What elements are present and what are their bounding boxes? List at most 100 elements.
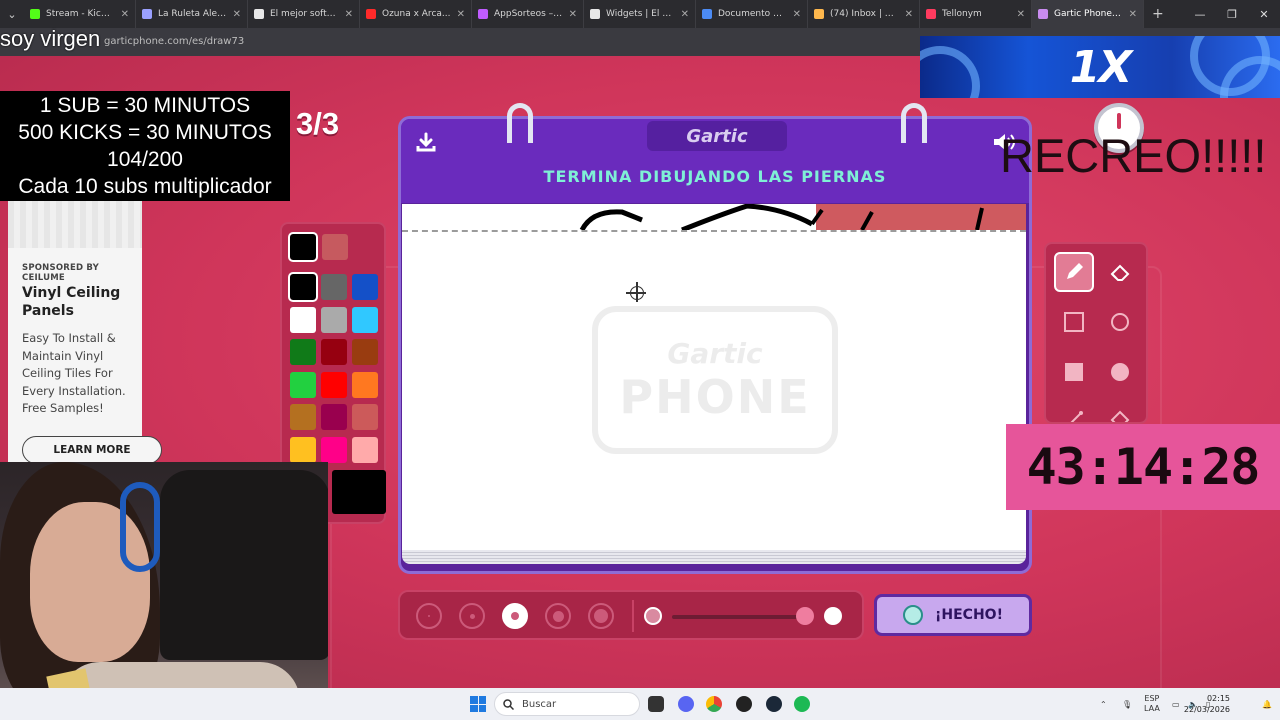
browser-tab[interactable]: Gartic Phone - Te... ✕ xyxy=(1032,0,1144,28)
browser-tab[interactable]: Documento sin tít... ✕ xyxy=(696,0,808,28)
close-window-icon[interactable]: ✕ xyxy=(1248,0,1280,28)
tab-close-icon[interactable]: ✕ xyxy=(345,9,353,20)
color-swatch[interactable] xyxy=(352,404,378,430)
tab-favicon-icon xyxy=(478,9,488,19)
color-swatch[interactable] xyxy=(352,274,378,300)
sub-rule-line: 1 SUB = 30 MINUTOS xyxy=(39,94,251,117)
url-field[interactable]: garticphone.com/es/draw73 xyxy=(104,36,244,47)
rectangle-outline-icon[interactable] xyxy=(1054,302,1094,342)
browser-tab[interactable]: El mejor software... ✕ xyxy=(248,0,360,28)
color-swatch[interactable] xyxy=(321,339,347,365)
color-swatch[interactable] xyxy=(352,436,378,463)
browser-tab[interactable]: AppSorteos – La F... ✕ xyxy=(472,0,584,28)
search-icon xyxy=(503,698,514,710)
tool-panel xyxy=(1044,242,1148,424)
tab-close-icon[interactable]: ✕ xyxy=(905,9,913,20)
color-swatch[interactable] xyxy=(321,371,347,398)
countdown-overlay: 43:14:28 xyxy=(1006,424,1280,510)
ad-body: Easy To Install & Maintain Vinyl Ceiling… xyxy=(22,331,126,415)
tab-label: (74) Inbox | Donor... xyxy=(830,9,899,19)
board-header: Gartic TERMINA DIBUJANDO LAS PIERNAS xyxy=(401,119,1029,203)
system-clock[interactable]: 02:15 22/03/2026 xyxy=(1184,693,1230,715)
minimize-icon[interactable]: — xyxy=(1184,0,1216,28)
notification-bell-icon[interactable]: 🔔 xyxy=(1262,688,1272,720)
sponsor-banner: 1X xyxy=(920,36,1280,98)
taskbar-search[interactable]: Buscar xyxy=(494,692,640,716)
tray-chevron-icon[interactable]: ⌃ xyxy=(1100,688,1107,720)
color-swatch[interactable] xyxy=(321,274,347,300)
brush-size-3-button[interactable] xyxy=(502,603,528,629)
brush-size-4-button[interactable] xyxy=(545,603,571,629)
color-swatch[interactable] xyxy=(290,436,316,463)
windows-start-icon[interactable] xyxy=(470,696,486,712)
tab-close-icon[interactable]: ✕ xyxy=(793,9,801,20)
opacity-low-icon[interactable] xyxy=(644,607,662,625)
tab-close-icon[interactable]: ✕ xyxy=(1017,9,1025,20)
recent-color-swatch[interactable] xyxy=(322,234,348,260)
browser-tab[interactable]: Stream - Kick Da... ✕ xyxy=(24,0,136,28)
new-tab-button[interactable]: + xyxy=(1152,6,1164,22)
browser-tab[interactable]: Ozuna x Arca... ✕ xyxy=(360,0,472,28)
color-swatch[interactable] xyxy=(290,306,316,333)
tab-close-icon[interactable]: ✕ xyxy=(121,9,129,20)
discord-icon[interactable] xyxy=(678,696,694,712)
restore-icon[interactable]: ❐ xyxy=(1216,0,1248,28)
network-icon[interactable]: ▭ xyxy=(1172,688,1180,720)
circle-outline-icon[interactable] xyxy=(1100,302,1140,342)
pencil-icon[interactable] xyxy=(1054,252,1094,292)
gartic-phone-watermark: Gartic PHONE xyxy=(592,306,838,454)
language-indicator[interactable]: ESP LAA xyxy=(1144,688,1160,720)
tab-close-icon[interactable]: ✕ xyxy=(569,9,577,20)
current-color-preview xyxy=(332,470,386,514)
tab-close-icon[interactable]: ✕ xyxy=(457,9,465,20)
rectangle-fill-icon[interactable] xyxy=(1054,352,1094,392)
opacity-high-icon[interactable] xyxy=(824,607,842,625)
round-counter: 3/3 xyxy=(296,106,340,141)
browser-tab[interactable]: (74) Inbox | Donor... ✕ xyxy=(808,0,920,28)
circle-fill-icon[interactable] xyxy=(1100,352,1140,392)
recreo-text: RECREO!!!!! xyxy=(1000,129,1267,182)
ad-title[interactable]: Vinyl Ceiling Panels xyxy=(22,284,140,320)
windows-taskbar: Buscar ⌃ 🎙 ESP LAA ▭ 🔈 ▯ 02:15 22/03/202… xyxy=(0,688,1280,720)
download-icon[interactable] xyxy=(411,127,441,157)
color-swatch[interactable] xyxy=(321,306,347,333)
drawing-canvas[interactable]: Gartic PHONE xyxy=(402,204,1026,552)
ad-panel[interactable]: SPONSORED BY CEILUME Vinyl Ceiling Panel… xyxy=(8,200,162,470)
opacity-slider[interactable] xyxy=(672,615,802,619)
eraser-icon[interactable] xyxy=(1100,252,1140,292)
tab-close-icon[interactable]: ✕ xyxy=(233,9,241,20)
recent-color-swatch[interactable] xyxy=(288,232,318,262)
binder-ring-right xyxy=(901,103,927,143)
opacity-slider-knob[interactable] xyxy=(796,607,814,625)
learn-more-button[interactable]: LEARN MORE xyxy=(22,436,162,464)
tab-close-icon[interactable]: ✕ xyxy=(681,9,689,20)
color-swatch[interactable] xyxy=(288,272,318,302)
browser-tab[interactable]: Tellonym ✕ xyxy=(920,0,1032,28)
line-icon[interactable] xyxy=(1054,400,1094,422)
color-swatch[interactable] xyxy=(321,404,347,430)
done-button[interactable]: ¡HECHO! xyxy=(874,594,1032,636)
color-swatch[interactable] xyxy=(290,339,316,365)
color-swatch[interactable] xyxy=(290,371,316,398)
browser-tab[interactable]: Widgets | El mejo... ✕ xyxy=(584,0,696,28)
spotify-icon[interactable] xyxy=(794,696,810,712)
watermark-gartic: Gartic xyxy=(667,336,763,370)
color-swatch[interactable] xyxy=(352,371,378,398)
tab-close-icon[interactable]: ✕ xyxy=(1129,9,1137,20)
color-swatch[interactable] xyxy=(352,339,378,365)
binder-ring-left xyxy=(507,103,533,143)
brush-size-1-button[interactable] xyxy=(416,603,442,629)
color-swatch[interactable] xyxy=(321,436,347,463)
microphone-icon[interactable]: 🎙 xyxy=(1122,688,1132,720)
task-view-icon[interactable] xyxy=(648,696,664,712)
steam-icon[interactable] xyxy=(766,696,782,712)
brush-size-5-button[interactable] xyxy=(588,603,614,629)
fill-bucket-icon[interactable] xyxy=(1100,400,1140,422)
browser-tab[interactable]: La Ruleta Aleator... ✕ xyxy=(136,0,248,28)
color-swatch[interactable] xyxy=(352,306,378,333)
chrome-icon[interactable] xyxy=(706,696,722,712)
obs-icon[interactable] xyxy=(736,696,752,712)
tab-search-icon[interactable]: ⌄ xyxy=(0,0,24,28)
brush-size-2-button[interactable] xyxy=(459,603,485,629)
color-swatch[interactable] xyxy=(290,404,316,430)
